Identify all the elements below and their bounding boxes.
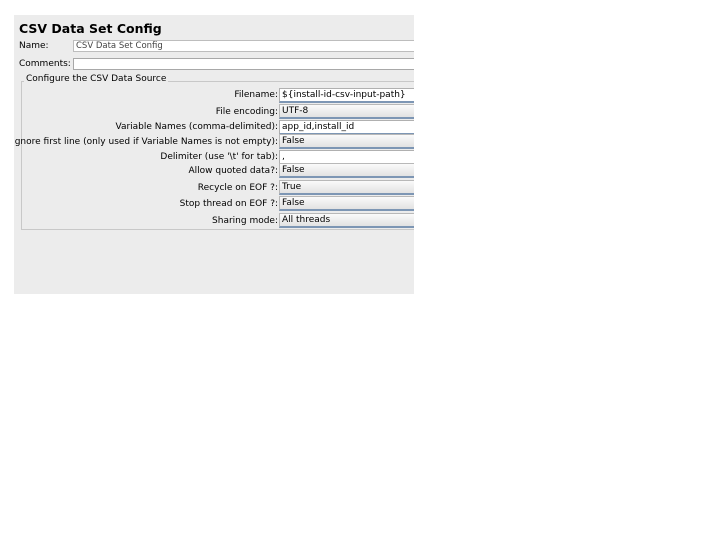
comments-label: Comments: xyxy=(19,59,71,69)
csv-data-set-config-panel: CSV Data Set Config Name: CSV Data Set C… xyxy=(14,15,414,294)
ignore-first-line-select[interactable]: False xyxy=(279,134,414,149)
panel-title: CSV Data Set Config xyxy=(19,21,162,36)
delimiter-label: Delimiter (use '\t' for tab): xyxy=(160,152,278,162)
name-field[interactable]: CSV Data Set Config xyxy=(73,40,414,52)
file-encoding-select[interactable]: UTF-8 xyxy=(279,104,414,119)
filename-field[interactable]: ${install-id-csv-input-path} xyxy=(279,88,414,103)
variable-names-field[interactable]: app_id,install_id xyxy=(279,120,414,135)
sharing-mode-select[interactable]: All threads xyxy=(279,213,414,228)
stop-thread-on-eof-label: Stop thread on EOF ?: xyxy=(179,199,278,209)
recycle-on-eof-label: Recycle on EOF ?: xyxy=(197,183,278,193)
name-label: Name: xyxy=(19,41,49,51)
recycle-on-eof-select[interactable]: True xyxy=(279,180,414,195)
filename-label: Filename: xyxy=(234,90,278,100)
stop-thread-on-eof-select[interactable]: False xyxy=(279,196,414,211)
allow-quoted-data-label: Allow quoted data?: xyxy=(188,166,278,176)
variable-names-label: Variable Names (comma-delimited): xyxy=(115,122,278,132)
group-title: Configure the CSV Data Source xyxy=(24,74,169,84)
allow-quoted-data-select[interactable]: False xyxy=(279,163,414,178)
sharing-mode-label: Sharing mode: xyxy=(212,216,278,226)
file-encoding-label: File encoding: xyxy=(215,107,278,117)
comments-field[interactable] xyxy=(73,58,414,70)
ignore-first-line-label: Ignore first line (only used if Variable… xyxy=(14,137,278,147)
